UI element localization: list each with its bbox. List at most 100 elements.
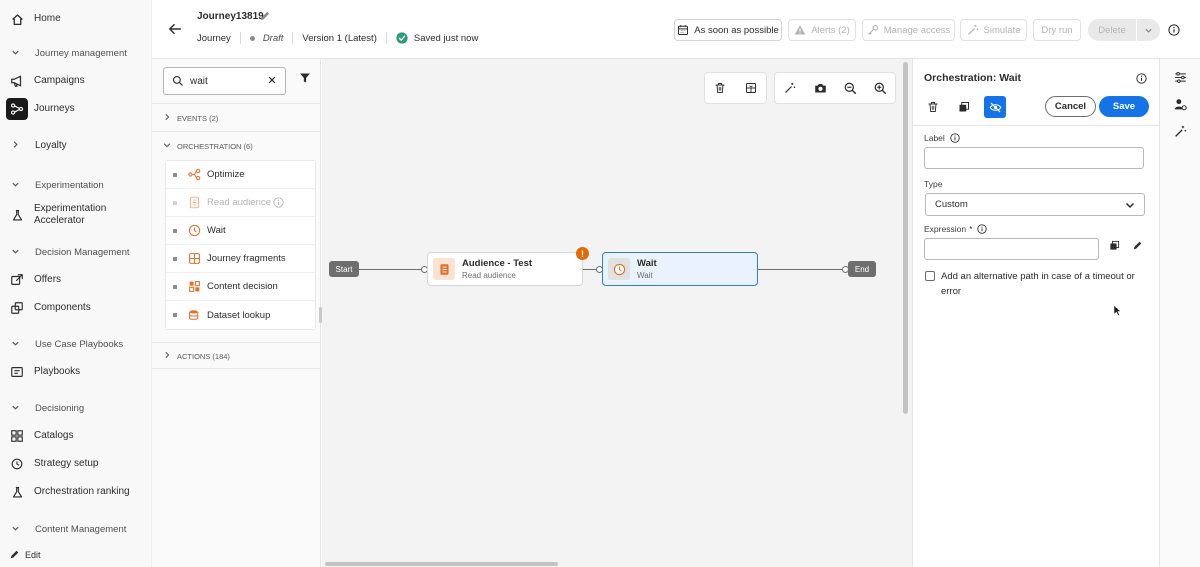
copy-icon[interactable]	[953, 96, 975, 118]
divider	[385, 32, 387, 44]
nav-section-journey-management[interactable]: Journey management	[0, 42, 152, 64]
nav-section-use-case-playbooks[interactable]: Use Case Playbooks	[0, 333, 152, 355]
trash-icon[interactable]	[922, 96, 944, 118]
nav-section-decision-management[interactable]: Decision Management	[0, 241, 152, 263]
node-subtitle: Wait	[637, 270, 653, 280]
components-icon	[9, 300, 25, 316]
info-icon[interactable]	[273, 197, 284, 208]
alerts-button[interactable]: Alerts (2)	[788, 19, 856, 41]
nav-item-experimentation-accelerator[interactable]: Experimentation Accelerator	[0, 200, 152, 230]
nav-item-catalogs[interactable]: Catalogs	[0, 423, 152, 449]
journey-canvas[interactable]: Start Audience - Test Read audience ! Wa…	[322, 59, 912, 567]
palette-item-read-audience[interactable]: Read audience	[166, 189, 315, 217]
label-input[interactable]	[924, 147, 1144, 169]
alerts-label: Alerts (2)	[811, 24, 850, 36]
dry-run-button[interactable]: Dry run	[1033, 19, 1081, 41]
info-icon[interactable]	[977, 224, 988, 234]
home-icon	[9, 11, 25, 27]
audience-node[interactable]: Audience - Test Read audience	[427, 252, 583, 286]
chevron-down-icon	[1144, 26, 1153, 35]
info-icon[interactable]	[1168, 24, 1180, 36]
journey-name: Journey13819	[197, 11, 264, 22]
search-input[interactable]	[190, 75, 268, 87]
wait-node[interactable]: Wait Wait	[602, 252, 758, 286]
delete-options-button[interactable]	[1137, 19, 1160, 41]
nav-item-orchestration-ranking[interactable]: Orchestration ranking	[0, 479, 152, 505]
timeout-checkbox-label[interactable]: Add an alternative path in case of a tim…	[941, 269, 1141, 299]
back-arrow-icon[interactable]	[168, 22, 182, 36]
nav-item-campaigns[interactable]: Campaigns	[0, 68, 152, 94]
nav-item-label: Strategy setup	[34, 458, 99, 469]
nav-section-decisioning[interactable]: Decisioning	[0, 397, 152, 419]
nav-section-label: Decisioning	[35, 402, 85, 414]
expression-input[interactable]	[924, 238, 1099, 260]
nav-section-content-management[interactable]: Content Management	[0, 518, 152, 540]
warning-icon[interactable]: !	[576, 247, 589, 260]
nav-section-label: Content Management	[35, 523, 127, 535]
start-node[interactable]: Start	[329, 261, 359, 277]
timeout-checkbox[interactable]	[925, 271, 935, 281]
delete-button[interactable]: Delete	[1088, 19, 1136, 41]
nav-item-home[interactable]: Home	[0, 6, 152, 32]
magic-wand-icon	[967, 24, 979, 36]
pencil-icon[interactable]	[1132, 240, 1143, 254]
camera-icon[interactable]	[809, 77, 831, 99]
palette-item-wait[interactable]: Wait	[166, 217, 315, 245]
edit-name-icon[interactable]	[259, 10, 271, 22]
expression-field-label: Expression *	[924, 224, 988, 234]
nav-section-loyalty[interactable]: Loyalty	[0, 134, 152, 156]
properties-icon[interactable]	[1172, 69, 1188, 85]
chevron-right-icon	[163, 351, 171, 361]
vertical-scrollbar[interactable]	[903, 62, 908, 414]
duplicate-icon[interactable]	[740, 77, 762, 99]
zoom-out-icon[interactable]	[839, 77, 861, 99]
manage-access-button[interactable]: Manage access	[862, 19, 955, 41]
nav-item-playbooks[interactable]: Playbooks	[0, 359, 152, 385]
drag-handle-icon	[173, 228, 177, 233]
warning-mark: !	[581, 248, 584, 259]
dataset-lookup-icon	[187, 308, 201, 322]
copy-icon[interactable]	[1109, 240, 1120, 254]
palette-item-label: Read audience	[207, 197, 271, 208]
nav-item-offers[interactable]: Offers	[0, 267, 152, 293]
schedule-button[interactable]: As soon as possible	[674, 19, 782, 41]
cancel-button[interactable]: Cancel	[1045, 96, 1096, 117]
chevron-right-icon	[163, 113, 171, 123]
palette-item-optimize[interactable]: Optimize	[166, 161, 315, 189]
nav-section-label: Decision Management	[35, 246, 130, 258]
nav-item-strategy-setup[interactable]: Strategy setup	[0, 451, 152, 477]
nav-item-journeys[interactable]: Journeys	[0, 96, 152, 122]
category-events[interactable]: EVENTS (2)	[163, 113, 218, 123]
nav-section-experimentation[interactable]: Experimentation	[0, 174, 152, 196]
simulate-button[interactable]: Simulate	[960, 19, 1027, 41]
end-node[interactable]: End	[848, 261, 876, 277]
chevron-down-icon	[11, 403, 21, 414]
user-settings-icon[interactable]	[1172, 96, 1188, 112]
save-button[interactable]: Save	[1099, 96, 1149, 117]
zoom-in-icon[interactable]	[869, 77, 891, 99]
search-field[interactable]	[163, 67, 286, 95]
nav-item-components[interactable]: Components	[0, 295, 152, 321]
palette-item-journey-fragments[interactable]: Journey fragments	[166, 245, 315, 273]
filter-icon[interactable]	[299, 72, 311, 87]
mouse-cursor-icon	[1113, 304, 1123, 320]
clear-search-icon[interactable]	[268, 76, 276, 87]
chevron-down-icon	[11, 247, 21, 258]
palette-item-dataset-lookup[interactable]: Dataset lookup	[166, 301, 315, 329]
info-icon[interactable]	[950, 133, 960, 143]
left-navigation: Home Journey management Campaigns Journe…	[0, 0, 152, 567]
simulate-label: Simulate	[983, 24, 1021, 36]
type-select[interactable]: Custom	[925, 193, 1145, 216]
check-circle-icon	[396, 32, 408, 44]
category-orchestration[interactable]: ORCHESTRATION (6)	[163, 141, 253, 151]
palette-item-content-decision[interactable]: Content decision	[166, 273, 315, 301]
info-icon[interactable]	[1136, 73, 1147, 87]
trash-icon[interactable]	[709, 77, 731, 99]
category-actions[interactable]: ACTIONS (184)	[163, 351, 230, 361]
nav-edit-button[interactable]: Edit	[9, 549, 41, 560]
divider	[152, 368, 321, 369]
hide-icon[interactable]	[984, 96, 1006, 118]
horizontal-scrollbar[interactable]	[325, 562, 558, 566]
magic-wand-icon[interactable]	[1172, 123, 1188, 139]
magic-wand-icon[interactable]	[779, 77, 801, 99]
